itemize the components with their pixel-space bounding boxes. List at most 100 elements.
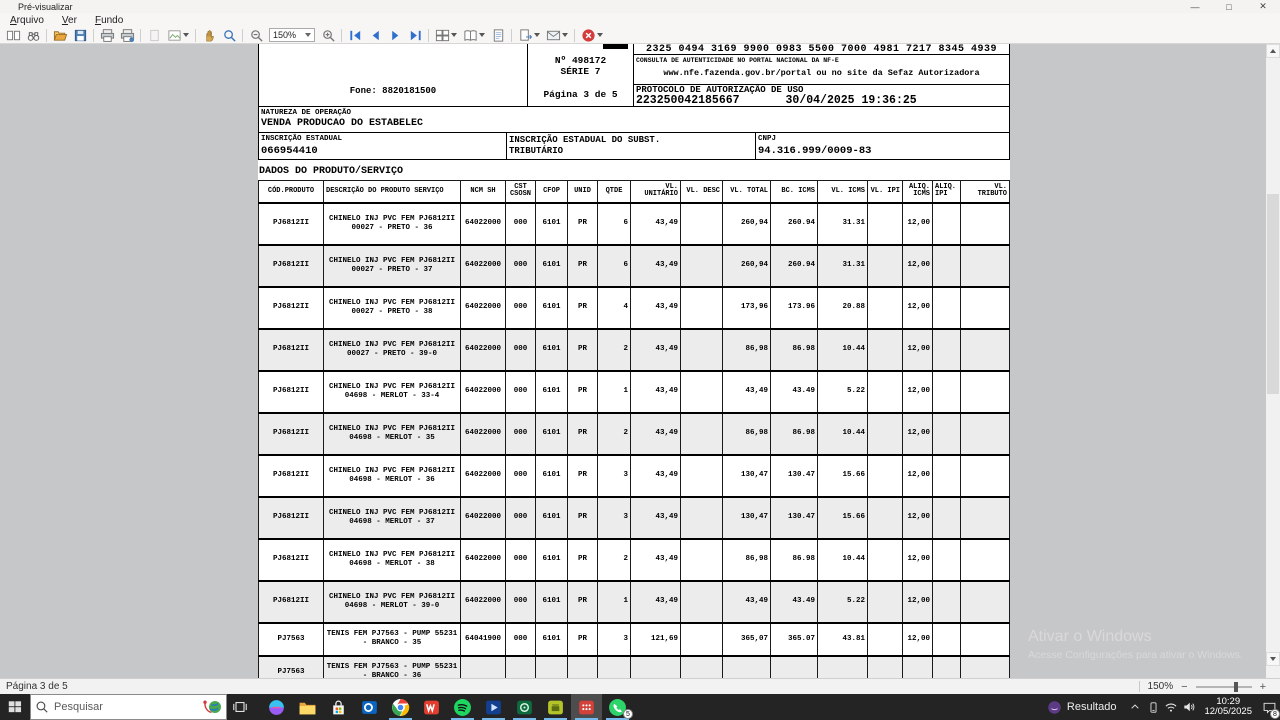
table-cell: 000: [506, 455, 536, 497]
chevron-down-icon[interactable]: [451, 33, 457, 37]
zoom-level-combo[interactable]: 150%: [269, 28, 315, 42]
preview-layout-icon[interactable]: [3, 27, 23, 43]
table-cell: 3: [598, 455, 631, 497]
zoom-out-button[interactable]: −: [1181, 681, 1187, 693]
previous-page-icon[interactable]: [365, 27, 385, 43]
zoom-out-icon[interactable]: [246, 27, 266, 43]
print-icon[interactable]: [97, 27, 117, 43]
multi-page-view-icon[interactable]: [432, 27, 452, 43]
table-cell: 86.98: [771, 329, 818, 371]
table-cell: PJ6812II: [259, 455, 324, 497]
green-app-icon[interactable]: [509, 694, 540, 720]
yellow-app-icon[interactable]: [540, 694, 571, 720]
zoom-in-icon[interactable]: [318, 27, 338, 43]
table-cell: [681, 413, 723, 455]
chevron-down-icon[interactable]: [597, 33, 603, 37]
table-cell: [631, 656, 681, 679]
close-preview-icon[interactable]: [578, 27, 598, 43]
table-cell: 64022000: [461, 245, 506, 287]
pan-hand-icon[interactable]: [199, 27, 219, 43]
last-page-icon[interactable]: [405, 27, 425, 43]
table-cell: 43,49: [631, 203, 681, 245]
column-header: BC. ICMS: [771, 181, 818, 203]
window-controls: — □ ✕: [1178, 0, 1280, 13]
find-icon[interactable]: [23, 27, 43, 43]
inscricao-estadual-value: 066954410: [261, 145, 506, 157]
table-row: PJ6812IICHINELO INJ PVC FEM PJ6812II 046…: [259, 455, 1010, 497]
table-cell: 86,98: [723, 539, 771, 581]
task-view-button[interactable]: [227, 694, 253, 720]
page-preview-icon[interactable]: [144, 27, 164, 43]
start-button[interactable]: [0, 694, 30, 720]
tray-expand-button[interactable]: [1126, 694, 1144, 720]
column-header: ALIQ. ICMS: [903, 181, 933, 203]
scrollbar-thumb[interactable]: [1267, 194, 1279, 394]
device-tray-item[interactable]: [1144, 694, 1162, 720]
menu-ver[interactable]: Ver: [62, 15, 77, 26]
inscricao-subst-cell: INSCRIÇÃO ESTADUAL DO SUBST. TRIBUTÁRIO: [507, 133, 756, 159]
zoom-slider-thumb[interactable]: [1234, 682, 1238, 692]
resultado-label: Resultado: [1067, 701, 1117, 713]
barcode: [603, 44, 628, 49]
table-cell: [961, 287, 1010, 329]
minimize-button[interactable]: —: [1178, 0, 1212, 13]
table-cell: 64022000: [461, 497, 506, 539]
book-view-icon[interactable]: [460, 27, 480, 43]
spotify-icon[interactable]: [447, 694, 478, 720]
volume-tray-item[interactable]: [1180, 694, 1198, 720]
chevron-up-icon: [1270, 49, 1276, 53]
table-cell: 12,00: [903, 329, 933, 371]
search-input[interactable]: Pesquisar: [30, 694, 227, 720]
file-explorer-icon[interactable]: [292, 694, 323, 720]
notification-center-button[interactable]: 8: [1258, 694, 1280, 720]
inscricao-estadual-cell: INSCRIÇÃO ESTADUAL 066954410: [259, 133, 507, 159]
scroll-down-button[interactable]: [1266, 652, 1280, 666]
table-cell: [933, 623, 961, 656]
access-key: 2325 0494 3169 9900 0983 5500 7000 4981 …: [634, 44, 1009, 55]
movies-tv-icon[interactable]: [478, 694, 509, 720]
chevron-down-icon[interactable]: [534, 33, 540, 37]
table-cell: [723, 656, 771, 679]
resultado-taskbar-item[interactable]: Resultado: [1037, 694, 1127, 720]
table-cell: 5.22: [818, 371, 868, 413]
issuer-cell: Fone: 8820181500: [259, 44, 528, 106]
copilot-icon[interactable]: [261, 694, 292, 720]
network-tray-item[interactable]: [1162, 694, 1180, 720]
red-app-icon[interactable]: [571, 694, 602, 720]
open-folder-icon[interactable]: [50, 27, 70, 43]
table-cell: [961, 656, 1010, 679]
print-file-icon[interactable]: [117, 27, 137, 43]
table-row: PJ6812IICHINELO INJ PVC FEM PJ6812II 000…: [259, 329, 1010, 371]
menu-fundo[interactable]: Fundo: [95, 15, 123, 26]
menu-arquivo[interactable]: Arquivo: [10, 15, 44, 26]
table-cell: 000: [506, 245, 536, 287]
zoom-lens-icon[interactable]: [219, 27, 239, 43]
first-page-icon[interactable]: [345, 27, 365, 43]
microsoft-store-icon[interactable]: [323, 694, 354, 720]
table-cell: [681, 623, 723, 656]
restore-button[interactable]: □: [1212, 0, 1246, 13]
mail-icon[interactable]: [543, 27, 563, 43]
windows-logo-icon: [7, 699, 23, 715]
single-page-view-icon[interactable]: [488, 27, 508, 43]
outlook-icon[interactable]: [354, 694, 385, 720]
table-cell: 173,96: [723, 287, 771, 329]
whatsapp-icon[interactable]: 5: [602, 694, 633, 720]
table-cell: TENIS FEM PJ7563 - PUMP 55231 - BRANCO -…: [324, 623, 461, 656]
taskbar-clock[interactable]: 10:29 12/05/2025: [1198, 697, 1258, 717]
chevron-down-icon[interactable]: [183, 33, 189, 37]
close-button[interactable]: ✕: [1246, 0, 1280, 13]
chrome-icon[interactable]: [385, 694, 416, 720]
next-page-icon[interactable]: [385, 27, 405, 43]
zoom-in-button[interactable]: +: [1260, 681, 1266, 693]
scroll-up-button[interactable]: [1266, 44, 1280, 58]
save-icon[interactable]: [70, 27, 90, 43]
table-cell: [868, 539, 903, 581]
vertical-scrollbar[interactable]: [1266, 44, 1280, 678]
chevron-down-icon[interactable]: [562, 33, 568, 37]
chevron-down-icon[interactable]: [479, 33, 485, 37]
zoom-slider[interactable]: [1196, 686, 1252, 688]
wps-office-icon[interactable]: [416, 694, 447, 720]
export-page-icon[interactable]: [515, 27, 535, 43]
image-select-icon[interactable]: [164, 27, 184, 43]
